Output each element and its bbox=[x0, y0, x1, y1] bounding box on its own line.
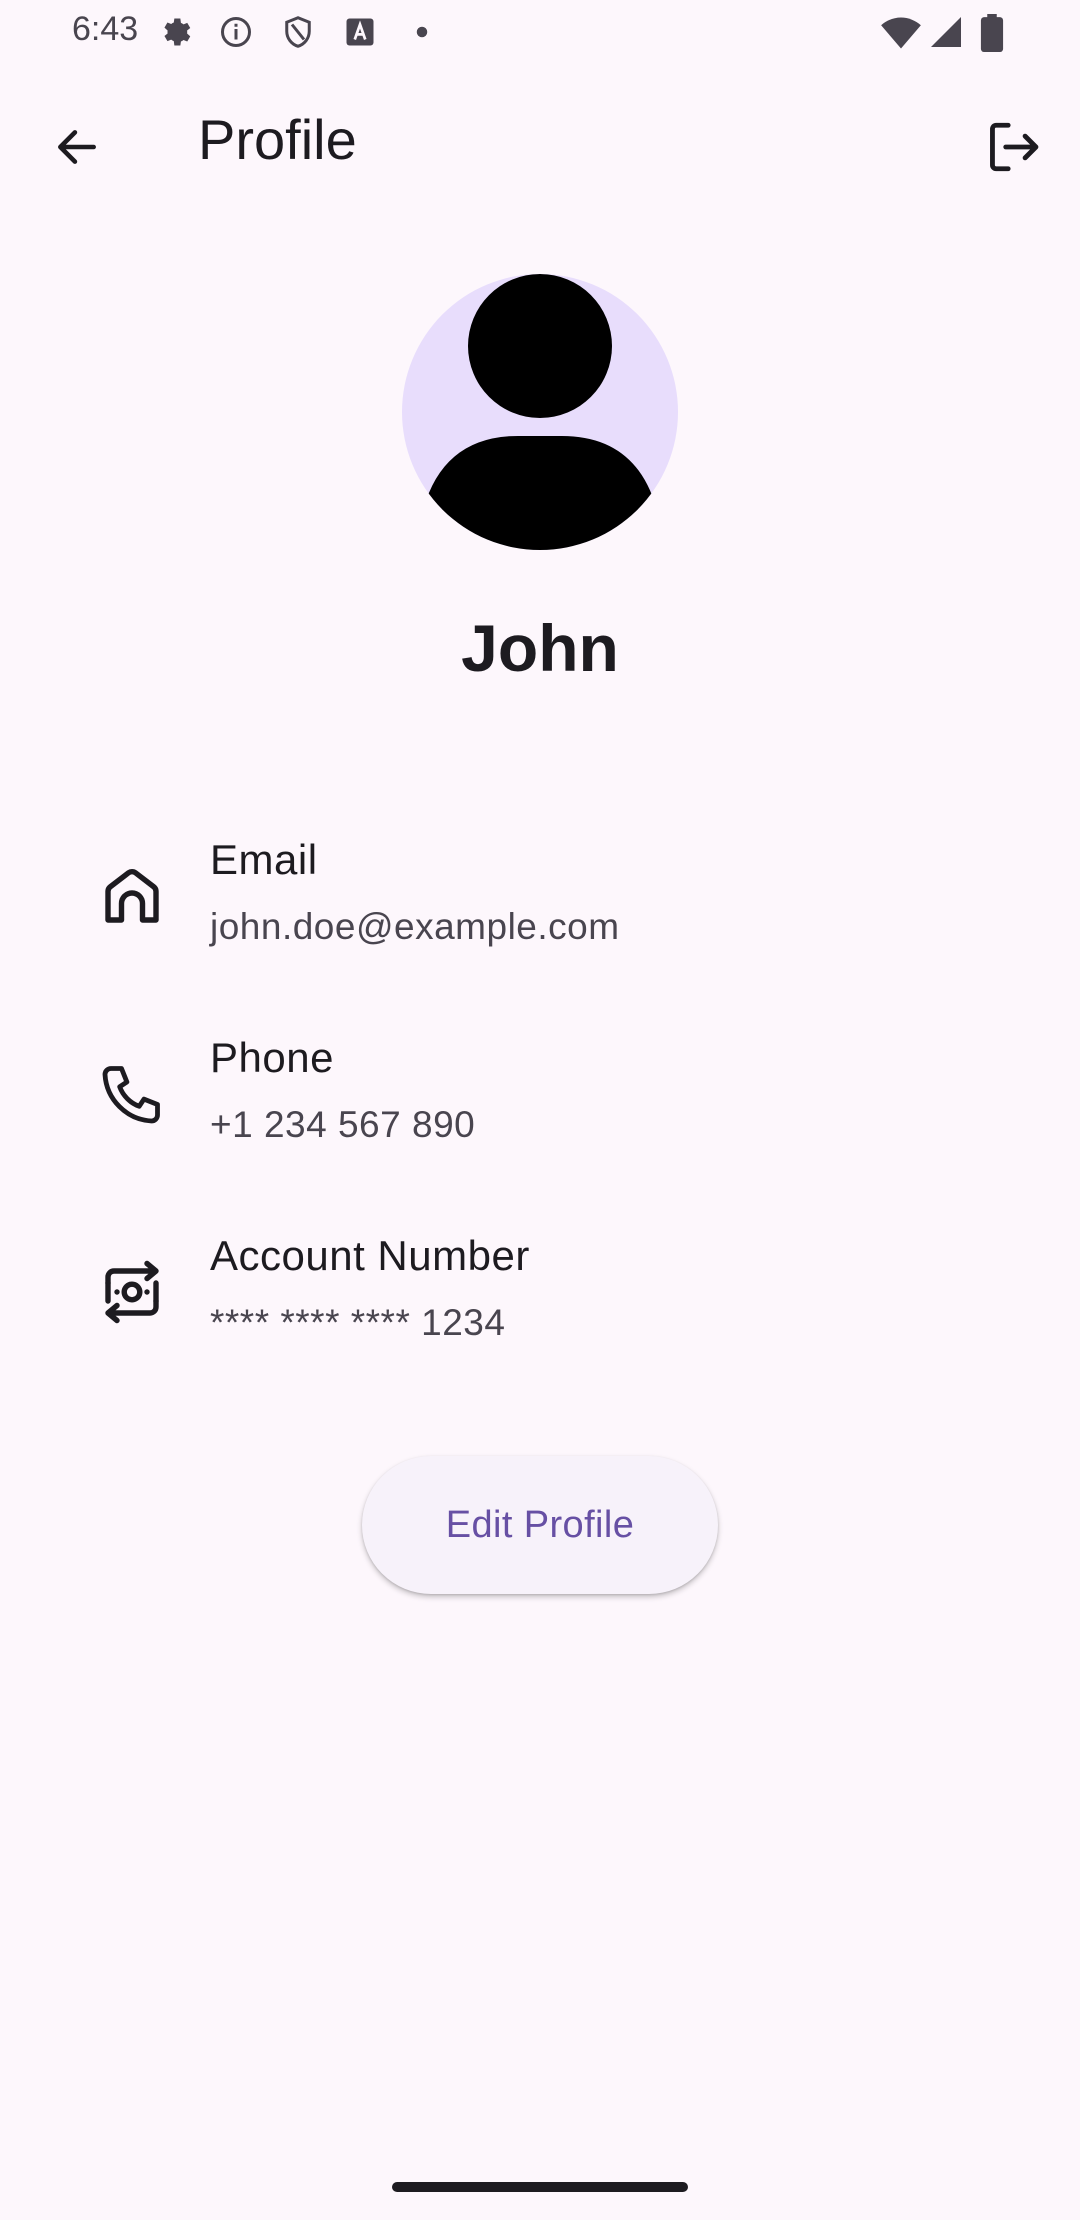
top-app-bar: Profile bbox=[0, 64, 1080, 220]
info-icon bbox=[221, 17, 251, 47]
signal-icon bbox=[931, 17, 961, 47]
arrow-back-icon bbox=[58, 130, 96, 164]
status-time: 6:43 bbox=[72, 10, 139, 48]
shield-icon bbox=[285, 16, 311, 48]
edit-profile-button[interactable]: Edit Profile bbox=[362, 1456, 718, 1594]
logout-icon bbox=[990, 122, 1039, 172]
info-value-email: john.doe@example.com bbox=[210, 906, 620, 947]
info-label-phone: Phone bbox=[210, 1034, 334, 1081]
info-value-phone: +1 234 567 890 bbox=[210, 1104, 476, 1145]
home-indicator[interactable] bbox=[392, 2182, 688, 2192]
info-item-email: Email john.doe@example.com bbox=[0, 816, 1080, 986]
settings-icon bbox=[164, 18, 191, 46]
avatar bbox=[402, 274, 678, 550]
battery-icon bbox=[980, 14, 1004, 52]
dot-icon bbox=[416, 26, 428, 38]
user-name: John bbox=[461, 611, 619, 685]
status-bar: 6:43 bbox=[0, 0, 1080, 64]
wifi-icon bbox=[881, 17, 921, 49]
info-item-phone: Phone +1 234 567 890 bbox=[0, 1014, 1080, 1184]
info-value-account-number: **** **** **** 1234 bbox=[210, 1302, 506, 1343]
back-button[interactable] bbox=[40, 110, 114, 184]
font-icon bbox=[346, 18, 374, 46]
phone-icon bbox=[102, 1066, 160, 1124]
money-transfer-icon bbox=[105, 1260, 159, 1324]
logout-button[interactable] bbox=[976, 110, 1050, 184]
info-label-account-number: Account Number bbox=[210, 1232, 530, 1279]
home-icon bbox=[105, 869, 159, 923]
info-item-account-number: Account Number **** **** **** 1234 bbox=[0, 1212, 1080, 1382]
person-icon bbox=[422, 274, 658, 550]
info-label-email: Email bbox=[210, 836, 318, 883]
page-title: Profile bbox=[198, 108, 357, 171]
